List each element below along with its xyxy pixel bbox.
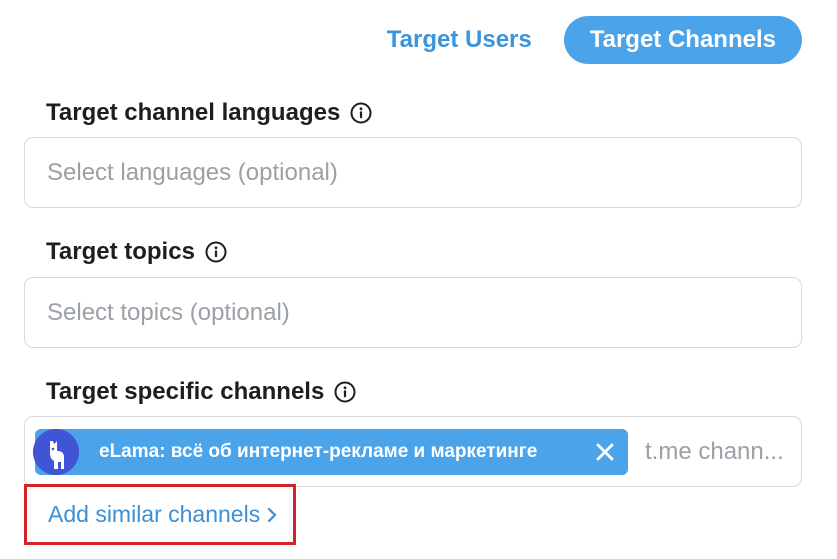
tab-target-channels[interactable]: Target Channels [563, 16, 802, 64]
channel-chip-label: eLama: всё об интернет-рекламе и маркети… [99, 441, 538, 462]
audience-tabs: Target Users Target Channels [361, 16, 802, 64]
languages-input[interactable] [47, 138, 767, 207]
info-icon[interactable] [334, 381, 356, 403]
topics-label-row: Target topics [46, 238, 227, 266]
topics-input[interactable] [47, 278, 767, 347]
add-similar-highlight: Add similar channels [24, 484, 296, 545]
add-similar-label: Add similar channels [48, 501, 261, 527]
channels-field[interactable]: eLama: всё об интернет-рекламе и маркети… [24, 416, 802, 487]
close-icon[interactable] [594, 441, 616, 463]
languages-label: Target channel languages [46, 99, 341, 126]
chevron-right-icon [266, 507, 278, 523]
channels-label-row: Target specific channels [46, 378, 356, 406]
channel-search-input[interactable] [645, 417, 793, 486]
languages-label-row: Target channel languages [46, 99, 372, 127]
tab-target-users[interactable]: Target Users [361, 16, 558, 64]
add-similar-channels-link[interactable]: Add similar channels [48, 487, 278, 542]
topics-label: Target topics [46, 238, 195, 265]
channel-chip[interactable]: eLama: всё об интернет-рекламе и маркети… [33, 429, 628, 475]
llama-icon [33, 429, 79, 475]
topics-field[interactable] [24, 277, 802, 348]
languages-field[interactable] [24, 137, 802, 208]
channels-label: Target specific channels [46, 378, 325, 405]
info-icon[interactable] [350, 102, 372, 124]
info-icon[interactable] [205, 241, 227, 263]
